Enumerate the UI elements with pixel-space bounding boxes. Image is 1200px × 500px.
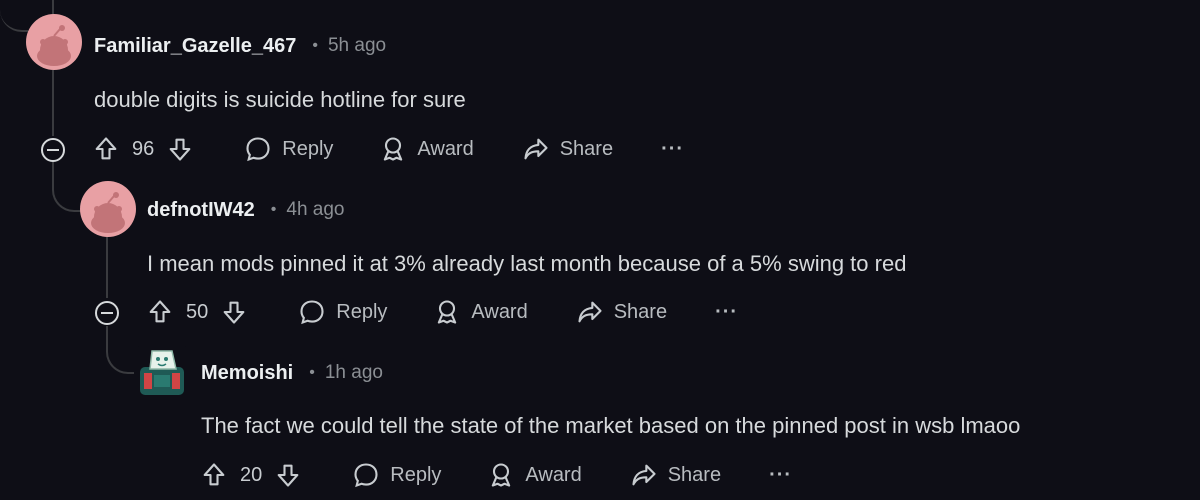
avatar[interactable] (134, 345, 190, 401)
timestamp[interactable]: 4h ago (286, 199, 344, 221)
thread-curve-2 (106, 326, 136, 374)
downvote-icon (169, 138, 191, 161)
comment-meta: defnotIW42 • 4h ago (147, 195, 345, 225)
share-label: Share (667, 463, 722, 486)
timestamp[interactable]: 1h ago (325, 362, 383, 384)
robot-avatar-icon (140, 350, 184, 395)
upvote-icon (149, 300, 171, 323)
comment-text: double digits is suicide hotline for sur… (94, 87, 466, 112)
downvote-icon (277, 464, 299, 487)
downvote-button[interactable] (274, 461, 302, 489)
thread-line-2 (106, 236, 108, 298)
snoo-avatar-icon (37, 25, 71, 66)
comment-text: The fact we could tell the state of the … (201, 413, 1021, 438)
collapse-minus-icon[interactable] (95, 301, 119, 325)
avatar[interactable] (26, 14, 82, 70)
reply-button[interactable]: Reply (352, 461, 441, 489)
award-label: Award (525, 463, 582, 486)
separator-dot: • (270, 201, 277, 218)
share-arrow-icon (632, 464, 656, 486)
thread-line-1 (52, 70, 54, 136)
more-options-button[interactable]: ··· (715, 301, 738, 324)
comment-text: I mean mods pinned it at 3% already last… (147, 251, 907, 276)
more-options-button[interactable]: ··· (769, 464, 792, 487)
more-icon: ··· (661, 137, 685, 160)
reply-bubble-icon (300, 300, 324, 325)
comment-actions: 50 Reply Award Share ··· (146, 292, 738, 332)
comment-meta: Familiar_Gazelle_467 • 5h ago (94, 31, 386, 61)
downvote-icon (223, 301, 245, 324)
username[interactable]: Memoishi (201, 362, 293, 385)
reply-bubble-icon (246, 137, 270, 162)
username[interactable]: Familiar_Gazelle_467 (94, 35, 296, 58)
share-arrow-icon (578, 301, 602, 323)
share-label: Share (559, 137, 614, 160)
reply-button[interactable]: Reply (298, 298, 387, 326)
snoo-avatar-icon (91, 192, 125, 233)
award-button[interactable]: Award (433, 298, 528, 326)
vote-count: 96 (132, 137, 155, 160)
reply-button[interactable]: Reply (244, 135, 333, 163)
username[interactable]: defnotIW42 (147, 199, 255, 222)
reply-bubble-icon (354, 463, 378, 488)
reply-label: Reply (336, 300, 388, 323)
award-icon (492, 463, 511, 487)
share-button[interactable]: Share (576, 298, 667, 326)
comment-meta: Memoishi • 1h ago (201, 358, 383, 388)
more-icon: ··· (715, 300, 739, 323)
award-label: Award (417, 137, 474, 160)
thread-curve-top (0, 0, 28, 32)
upvote-icon (203, 463, 225, 486)
separator-dot: • (309, 364, 315, 381)
upvote-button[interactable] (200, 461, 228, 489)
more-options-button[interactable]: ··· (661, 138, 684, 161)
vote-count: 50 (186, 300, 209, 323)
reply-label: Reply (390, 463, 442, 486)
upvote-button[interactable] (92, 135, 120, 163)
reply-label: Reply (282, 137, 334, 160)
share-button[interactable]: Share (630, 461, 721, 489)
collapse-minus-icon[interactable] (41, 138, 65, 162)
avatar[interactable] (80, 181, 136, 237)
upvote-icon (95, 137, 117, 160)
comment-actions: 20 Reply Award Share ··· (200, 455, 792, 495)
downvote-button[interactable] (166, 135, 194, 163)
award-icon (438, 300, 457, 324)
downvote-button[interactable] (220, 298, 248, 326)
vote-count: 20 (240, 463, 263, 486)
share-arrow-icon (524, 138, 548, 160)
award-button[interactable]: Award (487, 461, 582, 489)
more-icon: ··· (769, 463, 793, 486)
timestamp[interactable]: 5h ago (328, 35, 386, 57)
thread-curve-1 (52, 162, 82, 212)
award-icon (384, 137, 403, 161)
separator-dot: • (312, 37, 318, 54)
award-button[interactable]: Award (379, 135, 474, 163)
share-button[interactable]: Share (522, 135, 613, 163)
comment-actions: 96 Reply Award Share ··· (92, 129, 684, 169)
award-label: Award (471, 300, 528, 323)
share-label: Share (613, 300, 668, 323)
upvote-button[interactable] (146, 298, 174, 326)
